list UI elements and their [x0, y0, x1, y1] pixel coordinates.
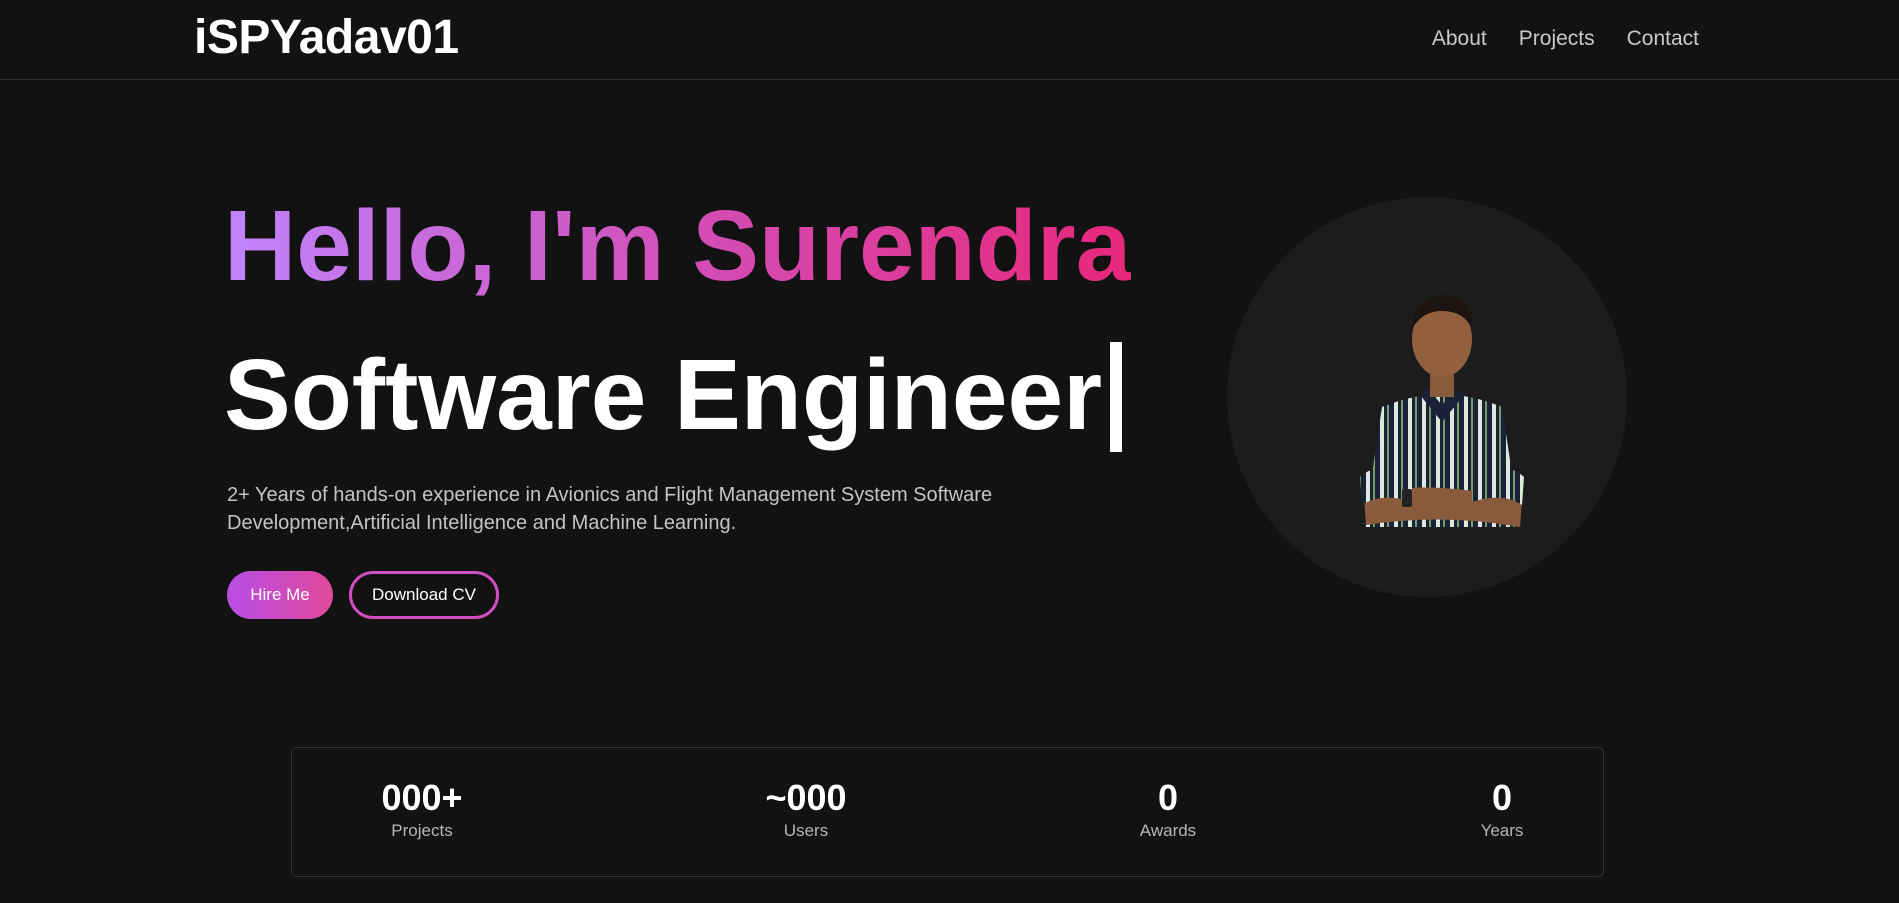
hero-role-line: Software Engineer — [224, 339, 1122, 452]
profile-avatar — [1227, 197, 1627, 597]
hire-me-button[interactable]: Hire Me — [227, 571, 333, 619]
nav-link-about[interactable]: About — [1432, 28, 1487, 49]
nav-links: About Projects Contact — [1432, 28, 1699, 49]
profile-photo — [1360, 295, 1524, 527]
hero-role-text: Software Engineer — [224, 339, 1102, 451]
site-logo[interactable]: iSPYadav01 — [194, 14, 459, 62]
stat-value: 000+ — [381, 777, 463, 818]
download-cv-button[interactable]: Download CV — [349, 571, 499, 619]
stat-years: 0 Years — [1480, 777, 1524, 840]
hero-greeting: Hello, I'm Surendra — [224, 190, 1132, 302]
stat-value: ~000 — [765, 777, 847, 818]
nav-link-contact[interactable]: Contact — [1627, 28, 1699, 49]
stat-projects: 000+ Projects — [381, 777, 463, 840]
stat-label: Awards — [1139, 821, 1197, 840]
hero-description: 2+ Years of hands-on experience in Avion… — [227, 484, 993, 534]
stat-value: 0 — [1491, 777, 1513, 818]
stat-label: Years — [1480, 821, 1524, 840]
stat-value: 0 — [1157, 777, 1179, 818]
stats-panel: 000+ Projects ~000 Users 0 Awards 0 Year… — [291, 747, 1604, 877]
stat-label: Users — [783, 821, 829, 840]
typing-caret — [1109, 342, 1122, 452]
nav-link-projects[interactable]: Projects — [1519, 28, 1595, 49]
stat-awards: 0 Awards — [1139, 777, 1197, 840]
top-navbar: iSPYadav01 About Projects Contact — [0, 0, 1899, 80]
stat-users: ~000 Users — [765, 777, 847, 840]
stat-label: Projects — [391, 821, 453, 840]
